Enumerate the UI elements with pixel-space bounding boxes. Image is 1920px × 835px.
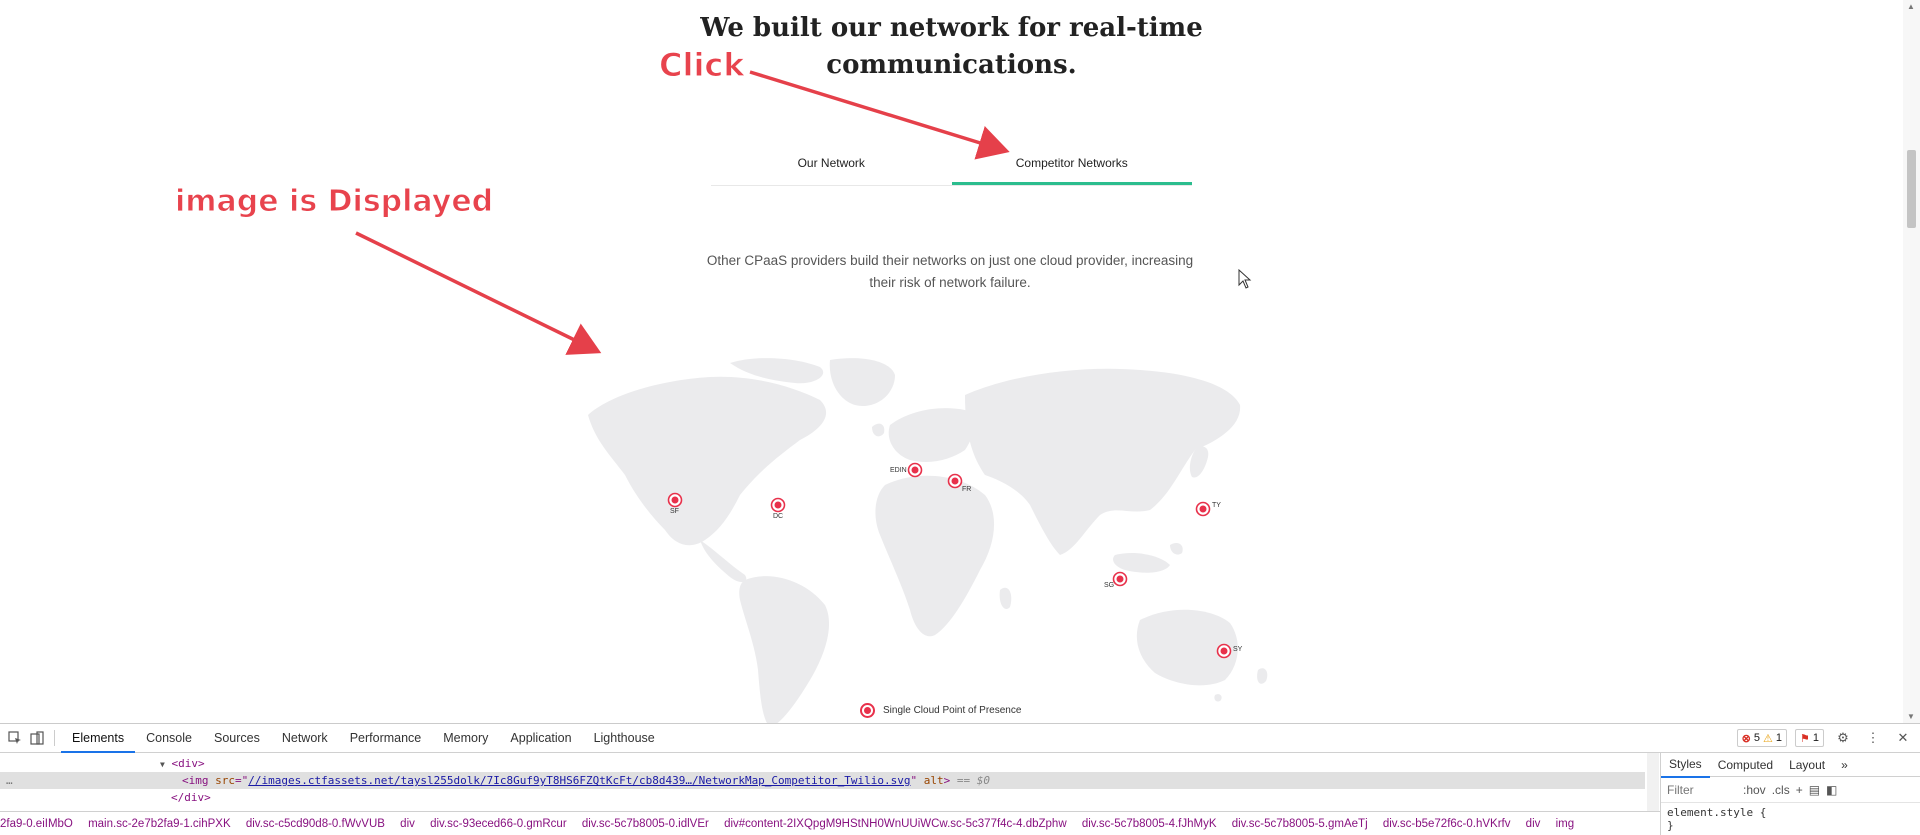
selected-node-marker: == $0 <box>956 774 991 787</box>
breadcrumb-6[interactable]: div#content-2IXQpgM9HStNH0WnUUiWCw.sc-5c… <box>724 818 1067 830</box>
sidebar-toggle-icon[interactable]: ◧ <box>1826 783 1837 797</box>
annotation-image-displayed: image is Displayed <box>174 184 494 220</box>
marker-label-dc: DC <box>773 513 783 520</box>
legend-label: Single Cloud Point of Presence <box>883 705 1022 716</box>
elements-tree: ▼ <div> … <img src="//images.ctfassets.n… <box>0 753 1660 811</box>
breadcrumb-8[interactable]: div.sc-5c7b8005-5.gmAeTj <box>1232 818 1368 830</box>
element-style-selector: element.style { <box>1667 806 1767 819</box>
warning-icon: ⚠ <box>1763 732 1773 745</box>
devtools-toolbar: Elements Console Sources Network Perform… <box>0 724 1920 753</box>
tab-elements[interactable]: Elements <box>61 724 136 753</box>
close-devtools-icon[interactable]: ✕ <box>1892 727 1914 749</box>
settings-gear-icon[interactable]: ⚙ <box>1832 727 1854 749</box>
headline-line-2: communications. <box>826 50 1077 80</box>
annotation-click: Click <box>659 46 746 85</box>
elements-scrollbar[interactable] <box>1647 753 1659 811</box>
breadcrumb-9[interactable]: div.sc-b5e72f6c-0.hVKrfv <box>1383 818 1511 830</box>
element-style-close: } <box>1667 819 1674 832</box>
more-options-icon[interactable]: ⋮ <box>1862 727 1884 749</box>
legend-marker-icon <box>860 703 875 718</box>
tab-layout[interactable]: Layout <box>1781 753 1833 777</box>
breadcrumb-10[interactable]: div <box>1526 818 1541 830</box>
tab-console[interactable]: Console <box>135 724 203 753</box>
error-warning-badge[interactable]: ⊗ 5 ⚠ 1 <box>1736 729 1787 747</box>
toolbar-divider <box>54 730 55 746</box>
cls-toggle[interactable]: .cls <box>1772 783 1790 797</box>
tab-lighthouse[interactable]: Lighthouse <box>583 724 666 753</box>
device-toolbar-icon[interactable] <box>26 727 48 749</box>
tab-sources[interactable]: Sources <box>203 724 271 753</box>
marker-label-sf: SF <box>670 508 679 515</box>
page-scrollbar[interactable]: ▲ ▼ <box>1903 0 1920 723</box>
marker-dc: DC <box>770 497 786 520</box>
marker-label-sg: SG <box>1104 582 1114 589</box>
page: We built our network for real-time commu… <box>0 0 1920 835</box>
tab-competitor-networks[interactable]: Competitor Networks <box>951 148 1192 185</box>
tab-our-network[interactable]: Our Network <box>711 148 952 185</box>
img-src-link[interactable]: //images.ctfassets.net/taysl255dolk/7Ic8… <box>248 774 910 787</box>
breadcrumb-5[interactable]: div.sc-5c7b8005-0.idlVEr <box>582 818 709 830</box>
section-description: Other CPaaS providers build their networ… <box>690 250 1210 294</box>
breadcrumb-11[interactable]: img <box>1556 818 1575 830</box>
map-legend: Single Cloud Point of Presence <box>860 703 1021 718</box>
paint-icon[interactable]: ▤ <box>1809 783 1820 797</box>
dom-node-div-open[interactable]: ▼ <div> <box>0 755 1645 772</box>
styles-pane: Styles Computed Layout » :hov .cls + ▤ ◧… <box>1660 753 1920 835</box>
breadcrumb-4[interactable]: div.sc-93eced66-0.gmRcur <box>430 818 567 830</box>
headline-line-1: We built our network for real-time <box>700 13 1203 43</box>
devtools-toolbar-right: ⊗ 5 ⚠ 1 ⚑ 1 ⚙ ⋮ ✕ <box>1736 727 1914 749</box>
styles-pane-tabs: Styles Computed Layout » <box>1661 752 1920 778</box>
error-icon: ⊗ <box>1741 732 1751 745</box>
tab-network[interactable]: Network <box>271 724 339 753</box>
add-rule-icon[interactable]: + <box>1796 783 1803 797</box>
issues-badge[interactable]: ⚑ 1 <box>1795 729 1824 747</box>
devtools-panel: Elements Console Sources Network Perform… <box>0 723 1920 835</box>
dom-node-img-selected[interactable]: … <img src="//images.ctfassets.net/taysl… <box>0 772 1645 789</box>
page-scrollbar-thumb[interactable] <box>1907 150 1916 228</box>
network-tabs: Our Network Competitor Networks <box>711 148 1192 186</box>
styles-filter-bar: :hov .cls + ▤ ◧ <box>1661 777 1920 803</box>
hov-toggle[interactable]: :hov <box>1743 783 1766 797</box>
error-count: 5 <box>1753 732 1760 744</box>
marker-label-ty: TY <box>1212 502 1221 509</box>
tab-application[interactable]: Application <box>499 724 582 753</box>
issues-flag-icon: ⚑ <box>1800 732 1810 745</box>
marker-ty: TY <box>1195 501 1221 517</box>
scroll-up-icon[interactable]: ▲ <box>1907 2 1915 11</box>
marker-edin: EDIN <box>890 462 923 478</box>
expand-triangle-icon[interactable]: ▼ <box>160 760 165 769</box>
node-actions-ellipsis-icon[interactable]: … <box>6 772 13 789</box>
warning-count: 1 <box>1775 732 1782 744</box>
section-headline: We built our network for real-time commu… <box>0 10 1903 84</box>
breadcrumb-2[interactable]: div.sc-c5cd90d8-0.fWvVUB <box>246 818 385 830</box>
marker-label-sy: SY <box>1233 646 1243 653</box>
dom-node-div-close[interactable]: </div> <box>0 789 1645 806</box>
description-line-2: their risk of network failure. <box>869 275 1031 290</box>
issues-count: 1 <box>1812 732 1819 744</box>
breadcrumb-7[interactable]: div.sc-5c7b8005-4.fJhMyK <box>1082 818 1217 830</box>
dom-breadcrumbs: 2fa9-0.eiIMbO main.sc-2e7b2fa9-1.cihPXK … <box>0 811 1660 835</box>
network-map-image: SF DC EDIN FR TY SG SY <box>588 358 1268 727</box>
tab-performance[interactable]: Performance <box>339 724 433 753</box>
arrow-to-map <box>355 231 602 355</box>
styles-filter-input[interactable] <box>1667 782 1737 797</box>
scroll-down-icon[interactable]: ▼ <box>1907 712 1915 721</box>
tab-memory[interactable]: Memory <box>432 724 499 753</box>
element-style-rule: element.style { } <box>1661 803 1920 835</box>
breadcrumb-0[interactable]: 2fa9-0.eiIMbO <box>0 818 73 830</box>
inspect-element-icon[interactable] <box>4 727 26 749</box>
marker-label-fr: FR <box>962 486 971 493</box>
marker-sg: SG <box>1104 571 1128 589</box>
breadcrumb-3[interactable]: div <box>400 818 415 830</box>
tab-computed[interactable]: Computed <box>1710 753 1781 777</box>
world-land <box>588 358 1268 727</box>
breadcrumb-1[interactable]: main.sc-2e7b2fa9-1.cihPXK <box>88 818 231 830</box>
marker-label-edin: EDIN <box>890 467 907 474</box>
mouse-cursor-icon <box>1238 269 1252 289</box>
more-tabs-chevron-icon[interactable]: » <box>1833 753 1856 777</box>
description-line-1: Other CPaaS providers build their networ… <box>706 253 1194 268</box>
tab-styles[interactable]: Styles <box>1661 752 1710 778</box>
